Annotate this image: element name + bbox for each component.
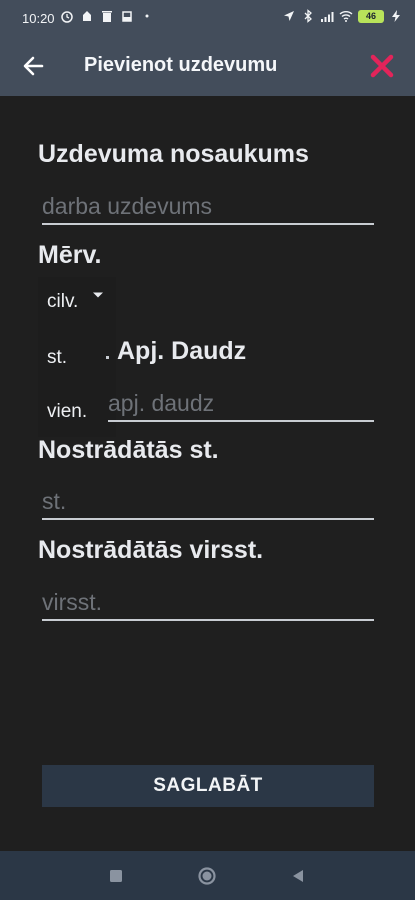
back-arrow-icon[interactable] [20,52,48,80]
dropdown-caret-icon[interactable] [92,291,104,299]
unit-dropdown-menu: cilv. st. vien. [38,277,116,437]
page-title: Pievienot uzdevumu [84,54,278,76]
app-notification-icon [83,11,91,21]
hours-field[interactable] [42,480,374,520]
task-name-field[interactable] [42,185,374,225]
task-name-input[interactable] [42,185,374,223]
charging-icon [392,10,400,22]
unit-option-vien[interactable]: vien. [47,401,87,423]
hours-input[interactable] [42,480,374,518]
quantity-input[interactable] [108,382,374,420]
hours-label: Nostrādātās st. [38,436,219,464]
unit-option-cilv[interactable]: cilv. [47,291,78,313]
back-triangle-icon[interactable] [288,866,308,886]
home-circle-icon[interactable] [197,866,217,886]
form-content: Uzdevuma nosaukums Mērv. cilv. st. vien.… [0,96,415,851]
status-right-icons: 46 [282,9,403,23]
storage-icon [122,11,132,22]
overtime-field[interactable] [42,581,374,621]
unit-label: Mērv. [38,241,102,269]
status-time: 10:20 [22,11,55,26]
bluetooth-icon [304,9,312,23]
recents-square-icon[interactable] [106,866,126,886]
system-navigation-bar [0,851,415,900]
overtime-label: Nostrādātās virsst. [38,536,264,564]
quantity-field[interactable] [108,382,374,422]
location-icon [284,11,294,21]
battery-icon: 46 [358,9,384,23]
trash-notification-icon [102,11,112,22]
more-notifications-dot-icon [145,14,149,18]
dropdown-separator-dot [106,356,109,359]
signal-icon [321,12,334,22]
overtime-input[interactable] [42,581,374,619]
quantity-label: Apj. Daudz [117,337,247,365]
unit-option-st[interactable]: st. [47,347,67,369]
task-name-label: Uzdevuma nosaukums [38,140,309,168]
close-icon[interactable] [367,51,397,81]
status-left-icons [60,9,154,23]
app-bar: Pievienot uzdevumu [0,36,415,96]
wifi-icon [339,11,353,22]
alarm-icon [61,11,73,23]
status-bar: 10:20 46 [0,0,415,36]
save-button[interactable]: SAGLABĀT [42,765,374,807]
